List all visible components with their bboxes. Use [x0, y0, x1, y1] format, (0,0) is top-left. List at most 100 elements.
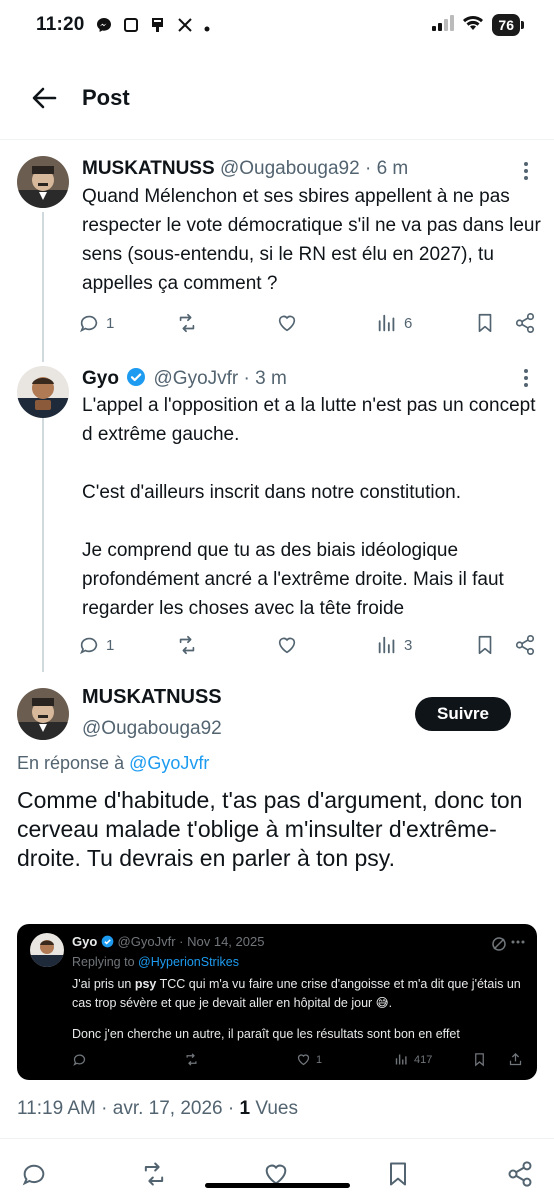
card-reply-action — [72, 1052, 87, 1067]
card-retweet-action — [184, 1052, 199, 1067]
card-text-bold: psy — [134, 977, 157, 991]
grok-icon — [491, 936, 507, 952]
views-label: Vues — [250, 1098, 298, 1119]
reply-button[interactable]: 1 — [78, 312, 114, 334]
card-date: Nov 14, 2025 — [187, 934, 265, 949]
verified-badge-icon — [126, 367, 146, 387]
reply-to-link[interactable]: @GyoJvfr — [129, 753, 209, 773]
view-count: 6 — [404, 314, 413, 332]
author-handle[interactable]: @GyoJvfr — [154, 368, 239, 389]
views-button[interactable]: 6 — [376, 312, 412, 334]
avatar[interactable] — [17, 688, 69, 740]
bookmark-icon — [478, 635, 492, 655]
share-button[interactable] — [514, 312, 536, 334]
bookmark-button[interactable] — [474, 312, 496, 334]
view-count[interactable]: 1 — [240, 1098, 251, 1119]
reply-icon — [80, 315, 98, 333]
views-button[interactable]: 3 — [376, 634, 412, 656]
card-like-count: 1 — [316, 1053, 323, 1066]
share-button[interactable] — [514, 634, 536, 656]
square-icon — [123, 17, 139, 38]
more-vertical-icon — [524, 162, 528, 180]
like-button[interactable] — [276, 312, 298, 334]
heart-icon — [297, 1054, 310, 1066]
card-paragraph: J'ai pris un psy TCC qui m'a vu faire un… — [72, 975, 527, 1013]
card-header: Gyo @GyoJvfr · Nov 14, 2025 — [72, 934, 264, 949]
separator-dot: · — [364, 158, 377, 179]
tweet-text: L'appel a l'opposition et a la lutte n'e… — [82, 391, 542, 623]
avatar[interactable] — [17, 366, 69, 418]
retweet-button[interactable] — [176, 634, 198, 656]
card-text: J'ai pris un psy TCC qui m'a vu faire un… — [72, 975, 527, 1044]
separator-dot: · — [243, 368, 256, 389]
page-title: Post — [82, 85, 130, 110]
messenger-icon — [96, 17, 112, 38]
more-vertical-icon — [524, 369, 528, 387]
thread-connector — [42, 392, 44, 672]
card-avatar — [30, 933, 64, 967]
reply-context: En réponse à @GyoJvfr — [17, 753, 209, 774]
card-reply-prefix: Replying to — [72, 955, 135, 969]
heart-icon — [278, 315, 296, 332]
reply-icon — [80, 637, 98, 655]
share-button[interactable] — [506, 1160, 534, 1188]
card-reply-link: @HyperionStrikes — [138, 955, 239, 969]
share-icon — [515, 635, 535, 655]
reply-button[interactable] — [20, 1160, 48, 1188]
author-name[interactable]: MUSKATNUSS — [82, 158, 215, 179]
more-options-button[interactable] — [520, 367, 532, 389]
reply-count: 1 — [106, 636, 115, 654]
more-horizontal-icon — [511, 935, 525, 949]
retweet-button[interactable] — [140, 1160, 168, 1188]
follow-button[interactable]: Suivre — [415, 697, 511, 731]
author-name[interactable]: Gyo — [82, 368, 119, 389]
more-options-button[interactable] — [520, 160, 532, 182]
flag-icon — [150, 17, 166, 38]
card-reply-context: Replying to @HyperionStrikes — [72, 955, 239, 969]
divider — [0, 139, 554, 140]
like-button[interactable] — [276, 634, 298, 656]
tweet-meta: 11:19 AM · avr. 17, 2026 · 1 Vues — [17, 1098, 298, 1120]
retweet-icon — [179, 313, 195, 333]
bar-chart-icon — [378, 636, 395, 654]
card-text-part: J'ai pris un — [72, 977, 135, 991]
retweet-icon — [179, 635, 195, 655]
share-icon — [515, 313, 535, 333]
tweet-time: 6 m — [376, 158, 409, 179]
tweet-actions: 1 3 — [78, 634, 540, 660]
status-time: 11:20 — [36, 14, 85, 35]
author-name[interactable]: MUSKATNUSS — [82, 686, 222, 709]
reply-prefix: En réponse à — [17, 753, 125, 773]
reply-icon — [73, 1054, 86, 1066]
tweet-text: Quand Mélenchon et ses sbires appellent … — [82, 186, 541, 294]
share-icon — [508, 1161, 532, 1187]
author-handle[interactable]: @Ougabouga92 — [220, 158, 360, 179]
status-bar: 11:20 76 — [0, 0, 554, 60]
avatar[interactable] — [17, 156, 69, 208]
home-indicator[interactable] — [205, 1183, 350, 1188]
back-button[interactable] — [30, 84, 58, 112]
bookmark-button[interactable] — [474, 634, 496, 656]
upload-icon — [509, 1052, 522, 1066]
card-views-action: 417 — [394, 1052, 432, 1067]
card-paragraph: Donc j'en cherche un autre, il paraît qu… — [72, 1027, 460, 1041]
card-actions: 1 417 — [72, 1052, 527, 1070]
retweet-icon — [144, 1162, 164, 1186]
view-count: 3 — [404, 636, 413, 654]
retweet-button[interactable] — [176, 312, 198, 334]
reply-count: 1 — [106, 314, 115, 332]
bookmark-button[interactable] — [384, 1160, 412, 1188]
bookmark-icon — [475, 1053, 484, 1067]
tweet-paragraph: C'est d'ailleurs inscrit dans notre cons… — [82, 482, 461, 503]
embedded-screenshot[interactable]: Gyo @GyoJvfr · Nov 14, 2025 Replying to … — [17, 924, 537, 1080]
author-handle[interactable]: @Ougabouga92 — [82, 718, 222, 740]
post-header: Post — [0, 78, 554, 122]
tweet-paragraph: L'appel a l'opposition et a la lutte n'e… — [82, 395, 536, 445]
arrow-left-icon — [32, 87, 57, 109]
bar-chart-icon — [395, 1054, 407, 1065]
reply-button[interactable]: 1 — [78, 634, 114, 656]
main-tweet-text: Comme d'habitude, t'as pas d'argument, d… — [17, 787, 523, 871]
